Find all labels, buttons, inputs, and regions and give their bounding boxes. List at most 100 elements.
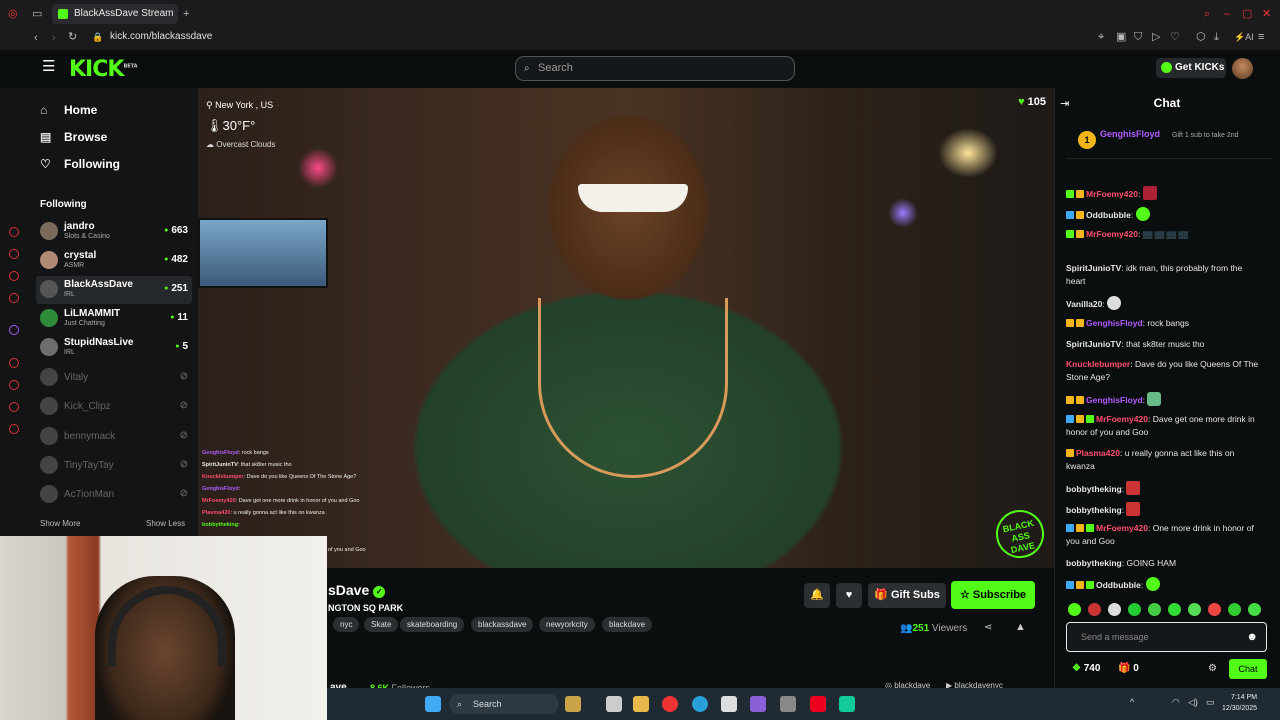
maximize-icon[interactable]: ▢ (1242, 7, 1252, 21)
close-window-icon[interactable]: ✕ (1262, 7, 1271, 21)
chat-username[interactable]: Oddbubble (1086, 210, 1131, 220)
chat-username[interactable]: SpiritJunioTV (1066, 339, 1121, 349)
share-icon[interactable]: ⋖ (984, 622, 992, 633)
pinned-gift-leaderboard[interactable]: 1 GenghisFloyd Gift 1 sub to take 2nd (1066, 125, 1272, 159)
favorites-heart-icon[interactable]: ♡ (1170, 30, 1180, 44)
notifications-bell-button[interactable]: 🔔 (804, 583, 830, 608)
forward-icon[interactable]: › (52, 31, 56, 45)
extensions-icon[interactable]: ⬡ (1196, 30, 1206, 44)
quick-emote-icon[interactable] (1248, 603, 1261, 616)
report-warning-icon[interactable]: ▲ (1015, 621, 1026, 633)
opera-taskbar-icon[interactable] (662, 696, 678, 712)
sidebar-strip-icon[interactable] (9, 358, 19, 368)
nav-home[interactable]: ⌂ Home (40, 103, 97, 117)
chat-username[interactable]: GenghisFloyd (1086, 318, 1143, 328)
chat-message-input[interactable]: Send a message ☻ (1066, 622, 1267, 652)
taskbar-search[interactable]: ⌕ Search (449, 694, 559, 714)
followed-channel-crystal[interactable]: crystalASMR 482 (36, 247, 192, 275)
chat-username[interactable]: MrFoemy420 (1086, 229, 1138, 239)
followed-channel-bennymack[interactable]: bennymack ⊘ (36, 423, 192, 451)
followed-channel-lilmammit[interactable]: LiLMAMMITJust Chatting 11 (36, 305, 192, 333)
tag[interactable]: Skate (364, 617, 399, 632)
task-view-icon[interactable] (606, 696, 622, 712)
followed-channel-kick-clipz[interactable]: Kick_Clipz ⊘ (36, 393, 192, 421)
chat-username[interactable]: MrFoemy420 (1096, 523, 1148, 533)
kicks-balance[interactable]: ❖ 740 (1072, 663, 1100, 674)
volume-icon[interactable]: ◁) (1188, 697, 1198, 708)
gift-subs-button[interactable]: 🎁 Gift Subs (868, 583, 946, 608)
app-icon[interactable] (839, 696, 855, 712)
download-icon[interactable]: ⤓ (1214, 30, 1219, 44)
quick-emote-icon[interactable] (1168, 603, 1181, 616)
followed-channel-tinytaytay[interactable]: TinyTayTay ⊘ (36, 452, 192, 480)
aria-ai-icon[interactable]: ⚡AI (1234, 30, 1254, 44)
quick-emote-icon[interactable] (1128, 603, 1141, 616)
followed-channel-jandro[interactable]: jandroSlots & Casino 663 (36, 218, 192, 246)
snapshot-icon[interactable]: ▣ (1116, 30, 1126, 44)
chat-username[interactable]: MrFoemy420 (1086, 189, 1138, 199)
sidebar-strip-icon[interactable] (9, 402, 19, 412)
hamburger-menu-icon[interactable]: ☰ (42, 59, 55, 74)
app-icon[interactable] (810, 696, 826, 712)
user-avatar[interactable] (1232, 58, 1253, 79)
chat-username[interactable]: Knucklebumper (1066, 359, 1130, 369)
chat-username[interactable]: bobbytheking (1066, 558, 1122, 568)
chat-username[interactable]: Vanilla20 (1066, 299, 1102, 309)
file-explorer-icon[interactable] (633, 696, 649, 712)
emoji-picker-icon[interactable]: ☻ (1246, 623, 1258, 651)
menu-icon[interactable]: ≡ (1258, 30, 1264, 44)
tray-chevron-icon[interactable]: ^ (1130, 697, 1134, 707)
player-icon[interactable]: ▷ (1152, 30, 1160, 44)
video-player[interactable]: ⚲ New York , US 🌡30°F° ☁ Overcast Clouds… (198, 88, 1054, 568)
tag[interactable]: nyc (333, 617, 360, 632)
search-tabs-icon[interactable]: ⌕ (1204, 7, 1210, 21)
nav-following[interactable]: ♡ Following (40, 157, 120, 171)
workspaces-icon[interactable]: ▭ (32, 7, 42, 21)
edge-icon[interactable] (692, 696, 708, 712)
follow-heart-button[interactable]: ♥ (836, 583, 862, 608)
store-icon[interactable] (721, 696, 737, 712)
followed-channel-ac7ionman[interactable]: Ac7ionMan ⊘ (36, 481, 192, 509)
followed-channel-vitaly[interactable]: Vitaly ⊘ (36, 364, 192, 392)
twitch-icon[interactable] (9, 325, 19, 335)
battery-icon[interactable]: ▭ (1206, 697, 1215, 708)
show-less-button[interactable]: Show Less (146, 519, 185, 528)
quick-emote-icon[interactable] (1188, 603, 1201, 616)
opera-logo-icon[interactable]: ◎ (8, 7, 18, 21)
browser-tab[interactable]: BlackAssDave Stream (52, 4, 178, 24)
chat-username[interactable]: SpiritJunioTV (1066, 263, 1121, 273)
tag[interactable]: blackassdave (471, 617, 534, 632)
show-more-button[interactable]: Show More (40, 519, 80, 528)
subscribe-button[interactable]: ☆ Subscribe (951, 581, 1035, 609)
quick-emote-icon[interactable] (1068, 603, 1081, 616)
quick-emote-icon[interactable] (1088, 603, 1101, 616)
channel-name[interactable]: sDave ✓ (328, 582, 386, 598)
chat-username[interactable]: MrFoemy420 (1096, 414, 1148, 424)
quick-emote-icon[interactable] (1148, 603, 1161, 616)
tag[interactable]: newyorkcity (539, 617, 595, 632)
gift-count[interactable]: 🎁 0 (1118, 663, 1139, 674)
chat-username[interactable]: GenghisFloyd (1086, 395, 1143, 405)
followed-channel-stupidnaslive[interactable]: StupidNasLiveIRL 5 (36, 334, 192, 362)
app-icon[interactable] (750, 696, 766, 712)
sidebar-strip-icon[interactable] (9, 293, 19, 303)
pin-icon[interactable]: ⌖ (1098, 30, 1104, 44)
reload-icon[interactable]: ↻ (68, 30, 77, 44)
new-tab-icon[interactable]: + (183, 7, 189, 21)
sidebar-strip-icon[interactable] (9, 380, 19, 390)
kick-logo[interactable]: KICKBETA (69, 57, 138, 82)
quick-emote-icon[interactable] (1228, 603, 1241, 616)
taskbar-clock[interactable]: 7:14 PM 12/30/2025 (1222, 692, 1257, 714)
sidebar-strip-icon[interactable] (9, 227, 19, 237)
followed-channel-blackassdave[interactable]: BlackAssDaveIRL 251 (36, 276, 192, 304)
minimize-icon[interactable]: – (1224, 7, 1230, 21)
settings-gear-icon[interactable] (9, 424, 19, 434)
nav-browse[interactable]: ▤ Browse (40, 130, 107, 144)
get-kicks-button[interactable]: Get KICKs (1156, 58, 1226, 78)
quick-emote-icon[interactable] (1208, 603, 1221, 616)
chat-settings-gear-icon[interactable]: ⚙ (1208, 663, 1217, 674)
send-chat-button[interactable]: Chat (1229, 659, 1267, 679)
windows-start-icon[interactable] (425, 696, 441, 712)
chat-username[interactable]: bobbytheking (1066, 505, 1122, 515)
chat-username[interactable]: Plasma420 (1076, 448, 1120, 458)
